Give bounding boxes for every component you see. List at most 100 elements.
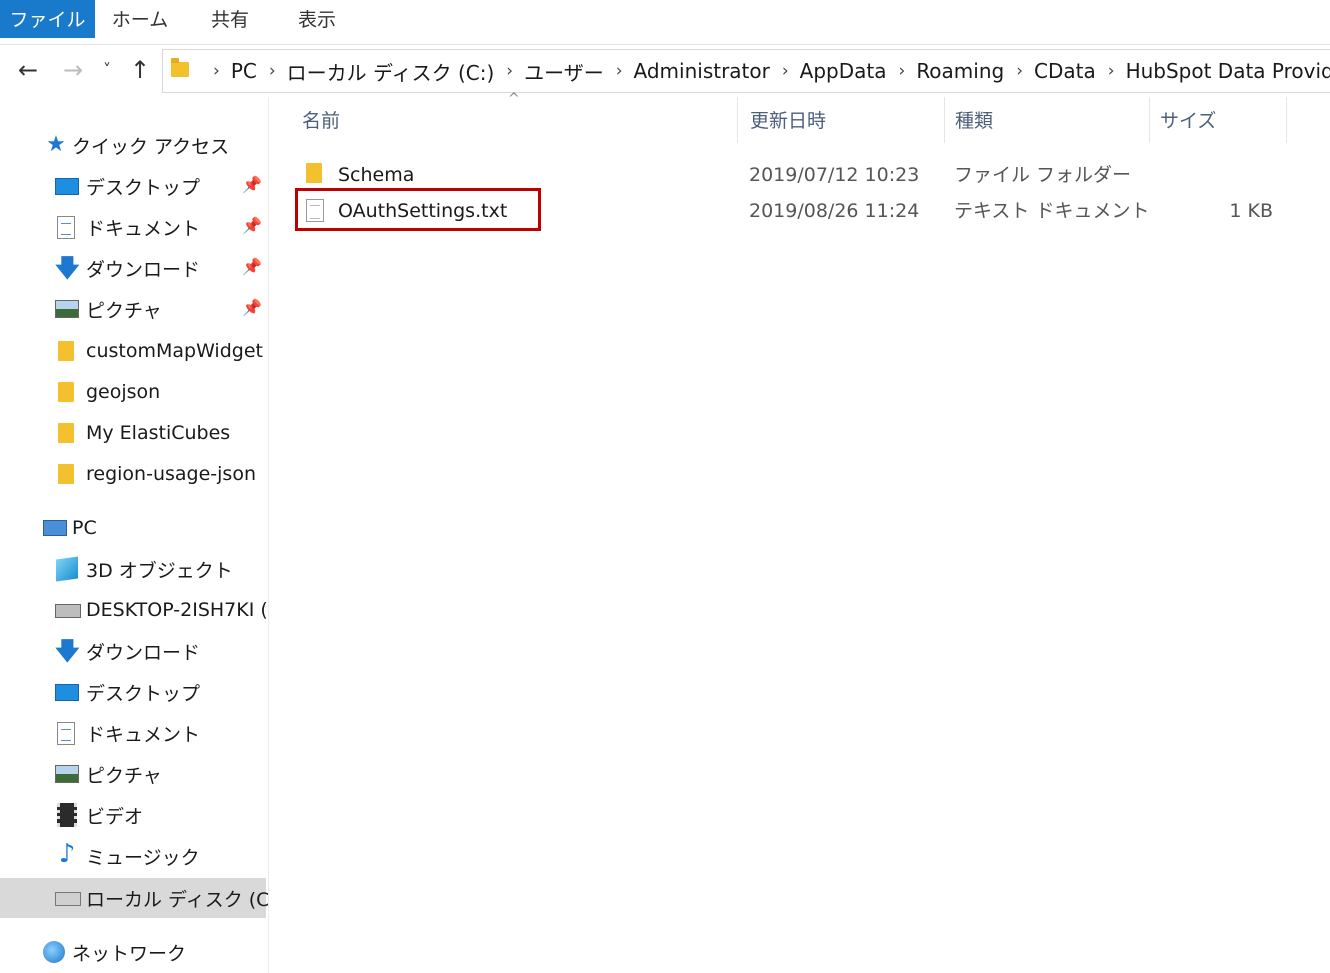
sidebar-item-label: ピクチャ bbox=[86, 764, 162, 787]
sidebar-item-quick-access[interactable]: ★ クイック アクセス bbox=[0, 126, 268, 164]
sidebar-item-network[interactable]: ネットワーク bbox=[0, 933, 268, 971]
network-icon bbox=[43, 941, 65, 963]
sidebar-item-desktop[interactable]: デスクトップ 📌 bbox=[0, 167, 268, 205]
sidebar-item-label: クイック アクセス bbox=[72, 135, 230, 158]
file-type: テキスト ドキュメント bbox=[954, 200, 1150, 222]
recent-locations-button[interactable]: ˅ bbox=[92, 55, 122, 85]
sidebar-item-label: デスクトップ bbox=[86, 176, 201, 199]
sidebar-item-label: ドキュメント bbox=[86, 723, 201, 746]
chevron-right-icon[interactable]: › bbox=[269, 61, 276, 81]
pin-icon[interactable]: 📌 bbox=[242, 257, 262, 276]
sidebar-item-geojson[interactable]: geojson bbox=[0, 373, 268, 411]
chevron-right-icon[interactable]: › bbox=[506, 61, 513, 81]
star-icon: ★ bbox=[46, 132, 66, 157]
sidebar-item-desktop-pc[interactable]: デスクトップ bbox=[0, 673, 268, 711]
chevron-right-icon[interactable]: › bbox=[1108, 61, 1115, 81]
pin-icon[interactable]: 📌 bbox=[242, 298, 262, 317]
sidebar-item-label: ネットワーク bbox=[72, 942, 187, 965]
chevron-right-icon[interactable]: › bbox=[616, 61, 623, 81]
desktop-icon bbox=[55, 684, 79, 701]
column-header-size[interactable]: サイズ bbox=[1150, 97, 1287, 143]
sidebar-item-network-drive[interactable]: DESKTOP-2ISH7KI ( bbox=[0, 591, 268, 629]
back-button[interactable]: ← bbox=[13, 55, 43, 85]
breadcrumb-roaming[interactable]: Roaming bbox=[916, 59, 1004, 83]
sidebar-item-label: ローカル ディスク (C:) bbox=[86, 888, 269, 911]
breadcrumb-users[interactable]: ユーザー bbox=[524, 57, 604, 86]
sidebar-item-region-usage-json[interactable]: region-usage-json bbox=[0, 455, 268, 493]
address-bar[interactable]: › PC › ローカル ディスク (C:) › ユーザー › Administr… bbox=[162, 49, 1330, 93]
breadcrumb-local-disk[interactable]: ローカル ディスク (C:) bbox=[287, 57, 495, 86]
chevron-right-icon[interactable]: › bbox=[782, 61, 789, 81]
navigation-pane: ★ クイック アクセス デスクトップ 📌 ドキュメント 📌 🡇 ダウンロード 📌… bbox=[0, 97, 269, 973]
sidebar-item-pictures[interactable]: ピクチャ 📌 bbox=[0, 290, 268, 328]
breadcrumb-appdata[interactable]: AppData bbox=[800, 59, 887, 83]
local-disk-icon bbox=[55, 892, 81, 906]
sidebar-item-3d-objects[interactable]: 3D オブジェクト bbox=[0, 550, 268, 588]
download-icon: 🡇 bbox=[55, 637, 80, 665]
file-type: ファイル フォルダー bbox=[954, 164, 1132, 186]
sidebar-item-my-elasticubes[interactable]: My ElastiCubes bbox=[0, 414, 268, 452]
tab-view[interactable]: 表示 bbox=[277, 0, 357, 38]
sidebar-item-label: ダウンロード bbox=[86, 258, 201, 281]
chevron-right-icon[interactable]: › bbox=[1016, 61, 1023, 81]
3d-objects-icon bbox=[56, 556, 78, 582]
sidebar-item-label: ピクチャ bbox=[86, 299, 162, 322]
up-button[interactable]: ↑ bbox=[125, 55, 155, 85]
breadcrumb-pc[interactable]: PC bbox=[231, 59, 257, 83]
sidebar-item-videos[interactable]: ビデオ bbox=[0, 796, 268, 834]
sidebar-item-custommapwidget[interactable]: customMapWidget bbox=[0, 332, 268, 370]
sidebar-item-documents-pc[interactable]: ドキュメント bbox=[0, 714, 268, 752]
column-header-type[interactable]: 種類 bbox=[945, 97, 1150, 143]
sidebar-item-label: region-usage-json bbox=[86, 463, 256, 485]
file-size bbox=[1162, 157, 1273, 193]
chevron-right-icon[interactable]: › bbox=[899, 61, 906, 81]
sidebar-item-music[interactable]: ♪ ミュージック bbox=[0, 837, 268, 875]
sidebar-item-local-disk[interactable]: ローカル ディスク (C:) bbox=[0, 878, 269, 918]
sidebar-item-pictures-pc[interactable]: ピクチャ bbox=[0, 755, 268, 793]
ribbon: ファイル ホーム 共有 表示 bbox=[0, 0, 1330, 45]
tab-share[interactable]: 共有 bbox=[190, 0, 270, 38]
picture-icon bbox=[55, 765, 79, 783]
folder-icon bbox=[58, 464, 74, 484]
sidebar-item-label: 3D オブジェクト bbox=[86, 559, 233, 582]
sidebar-item-downloads[interactable]: 🡇 ダウンロード 📌 bbox=[0, 249, 268, 287]
tab-home[interactable]: ホーム bbox=[100, 0, 180, 38]
sidebar-item-documents[interactable]: ドキュメント 📌 bbox=[0, 208, 268, 246]
sidebar-item-label: customMapWidget bbox=[86, 340, 263, 362]
column-header-name[interactable]: 名前 bbox=[292, 97, 738, 143]
forward-button[interactable]: → bbox=[58, 55, 88, 85]
sidebar-item-label: ドキュメント bbox=[86, 217, 201, 240]
folder-icon bbox=[58, 382, 74, 402]
sidebar-item-pc[interactable]: PC bbox=[0, 509, 268, 547]
picture-icon bbox=[55, 300, 79, 318]
highlight-box bbox=[295, 188, 541, 231]
pc-icon bbox=[43, 520, 67, 536]
sidebar-item-label: My ElastiCubes bbox=[86, 422, 231, 444]
column-header-date[interactable]: 更新日時 bbox=[740, 97, 945, 143]
tab-file[interactable]: ファイル bbox=[0, 0, 95, 38]
sidebar-item-downloads-pc[interactable]: 🡇 ダウンロード bbox=[0, 632, 268, 670]
pin-icon[interactable]: 📌 bbox=[242, 175, 262, 194]
document-icon bbox=[57, 216, 75, 239]
breadcrumb: › PC › ローカル ディスク (C:) › ユーザー › Administr… bbox=[201, 50, 1330, 92]
chevron-right-icon[interactable]: › bbox=[213, 61, 220, 81]
sidebar-item-label: ミュージック bbox=[86, 846, 200, 869]
sidebar-item-label: デスクトップ bbox=[86, 682, 201, 705]
document-icon bbox=[57, 722, 75, 745]
sidebar-item-label: geojson bbox=[86, 381, 161, 403]
sidebar-item-label: ダウンロード bbox=[86, 641, 201, 664]
file-size: 1 KB bbox=[1229, 200, 1273, 222]
download-icon: 🡇 bbox=[55, 254, 80, 282]
breadcrumb-administrator[interactable]: Administrator bbox=[634, 59, 770, 83]
folder-icon bbox=[58, 423, 74, 443]
desktop-icon bbox=[55, 178, 79, 195]
file-date: 2019/08/26 11:24 bbox=[749, 200, 920, 222]
sidebar-item-label: ビデオ bbox=[86, 805, 144, 828]
pin-icon[interactable]: 📌 bbox=[242, 216, 262, 235]
network-drive-icon bbox=[55, 604, 81, 618]
video-icon bbox=[57, 803, 77, 827]
navigation-bar: ← → ˅ ↑ › PC › ローカル ディスク (C:) › ユーザー › A… bbox=[0, 45, 1330, 97]
file-date: 2019/07/12 10:23 bbox=[749, 164, 920, 186]
breadcrumb-hubspot-data-provider[interactable]: HubSpot Data Provider bbox=[1126, 59, 1330, 83]
breadcrumb-cdata[interactable]: CData bbox=[1034, 59, 1096, 83]
